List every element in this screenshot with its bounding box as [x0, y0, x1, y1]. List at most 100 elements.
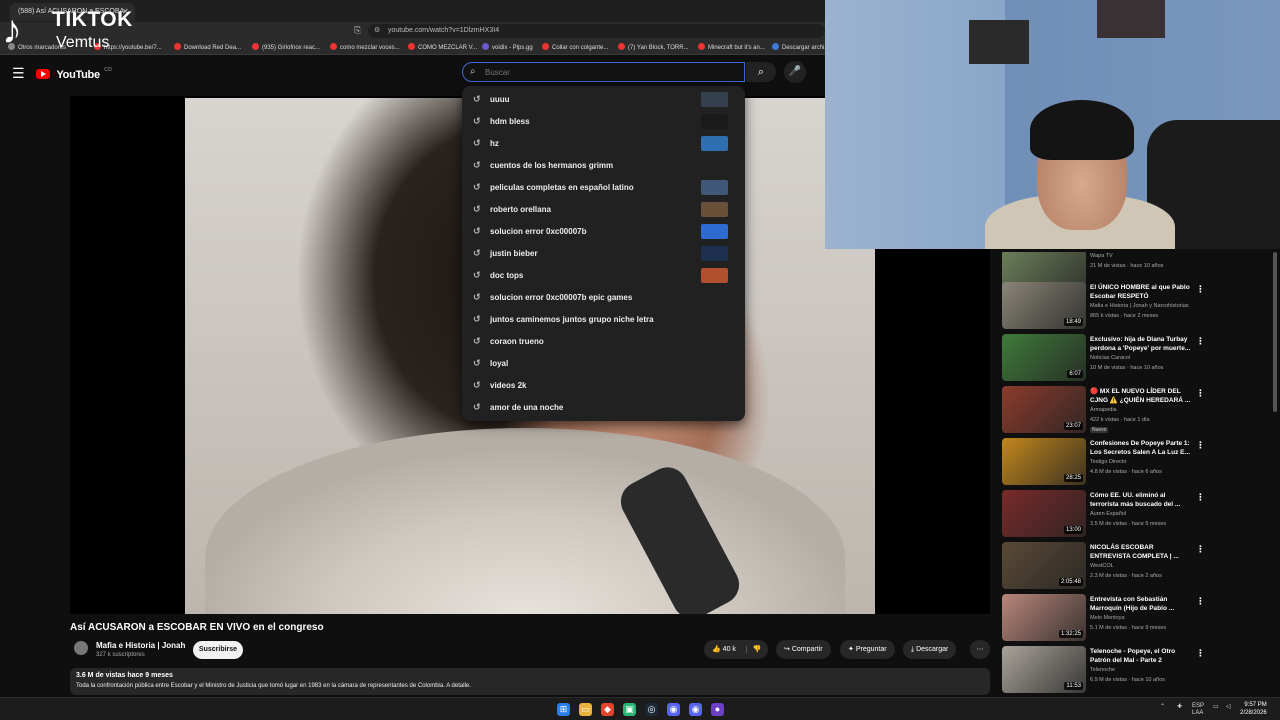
share-button[interactable]: ↪ Compartir	[776, 640, 831, 659]
video-thumbnail[interactable]: 13:00	[1002, 490, 1086, 537]
suggestion-item[interactable]: ↺ doc tops	[462, 264, 745, 286]
file-explorer-icon[interactable]: ▭	[579, 703, 592, 716]
suggestion-item[interactable]: ↺ coraon trueno	[462, 330, 745, 352]
windows-start-icon[interactable]: ⊞	[557, 703, 570, 716]
channel-name[interactable]: Auren Español	[1090, 511, 1126, 517]
bookmark-item[interactable]: como mezclar voces...	[330, 43, 400, 51]
channel-avatar[interactable]	[74, 641, 88, 655]
suggestion-item[interactable]: ↺ roberto orellana	[462, 198, 745, 220]
bookmark-item[interactable]: (935) Girlofnox reac...	[252, 43, 320, 51]
description-box[interactable]: 3.6 M de vistas hace 9 meses Toda la con…	[70, 668, 990, 695]
video-title[interactable]: Telenoche - Popeye, el Otro Patrón del M…	[1090, 647, 1194, 665]
obs-icon[interactable]: ●	[711, 703, 724, 716]
channel-name[interactable]: Telenoche	[1090, 667, 1115, 673]
bookmark-item[interactable]: Collar con colgante...	[542, 43, 608, 51]
bookmark-item[interactable]: (7) Yan Block, TORR...	[618, 43, 689, 51]
video-title[interactable]: Cómo EE. UU. eliminó al terrorista más b…	[1090, 491, 1194, 509]
bookmark-icon[interactable]: ⎘	[354, 25, 361, 36]
recommendation-item[interactable]: 18:49 El ÚNICO HOMBRE al que Pablo Escoba…	[1002, 282, 1272, 332]
more-vert-icon[interactable]: ⋮	[1196, 284, 1205, 295]
search-button[interactable]: ⌕	[746, 62, 776, 82]
suggestion-item[interactable]: ↺ solucion error 0xc00007b epic games	[462, 286, 745, 308]
bookmark-item[interactable]: voidix - Plps.gg	[482, 43, 533, 51]
channel-name[interactable]: Armapedia	[1090, 407, 1117, 413]
channel-name[interactable]: WestCOL	[1090, 563, 1114, 569]
recommendation-item[interactable]: 13:00 Cómo EE. UU. eliminó al terrorista …	[1002, 490, 1272, 540]
recommendation-item[interactable]: 11:53 Telenoche - Popeye, el Otro Patrón …	[1002, 646, 1272, 696]
bookmark-item[interactable]: COMO MEZCLAR V...	[408, 43, 477, 51]
suggestion-item[interactable]: ↺ loyal	[462, 352, 745, 374]
suggestion-item[interactable]: ↺ cuentos de los hermanos grimm	[462, 154, 745, 176]
more-vert-icon[interactable]: ⋮	[1196, 544, 1205, 555]
video-thumbnail[interactable]: 2:05:48	[1002, 542, 1086, 589]
app-icon[interactable]: ▣	[623, 703, 636, 716]
video-title[interactable]: El ÚNICO HOMBRE al que Pablo Escobar RES…	[1090, 283, 1194, 301]
webcam-overlay	[825, 0, 1280, 249]
channel-name[interactable]: Wapa TV	[1090, 253, 1113, 259]
recommendation-item[interactable]: 28:25 Confesiones De Popeye Parte 1: Los …	[1002, 438, 1272, 488]
recommendation-item[interactable]: 1:32:25 Entrevista con Sebastián Marroquí…	[1002, 594, 1272, 644]
language-indicator[interactable]: ESP LAA	[1192, 703, 1204, 717]
network-icon[interactable]: ✚	[1177, 703, 1182, 710]
site-info-icon[interactable]: ⚙	[374, 26, 380, 34]
search-box[interactable]: ⌕	[462, 62, 745, 82]
more-vert-icon[interactable]: ⋮	[1196, 492, 1205, 503]
suggestion-item[interactable]: ↺ solucion error 0xc00007b	[462, 220, 745, 242]
channel-name[interactable]: Noticias Caracol	[1090, 355, 1130, 361]
monitor-icon[interactable]: ▭	[1213, 703, 1219, 710]
channel-name[interactable]: Melo Montoya	[1090, 615, 1125, 621]
channel-name[interactable]: Testigo Directo	[1090, 459, 1126, 465]
address-bar[interactable]: ⚙ youtube.com/watch?v=1DlzmHX3I4	[368, 24, 825, 38]
discord-icon[interactable]: ◉	[667, 703, 680, 716]
channel-name[interactable]: Mafia e Historia | Jonah y Narcohistoria…	[1090, 303, 1189, 309]
scrollbar[interactable]	[1273, 252, 1277, 412]
volume-icon[interactable]: ◁	[1226, 703, 1231, 710]
suggestion-item[interactable]: ↺ peliculas completas en español latino	[462, 176, 745, 198]
like-button[interactable]: 👍 40 k 👎	[704, 640, 768, 659]
video-thumbnail[interactable]: 1:32:25	[1002, 594, 1086, 641]
suggestion-item[interactable]: ↺ justin bieber	[462, 242, 745, 264]
suggestion-item[interactable]: ↺ hz	[462, 132, 745, 154]
video-thumbnail[interactable]: 28:25	[1002, 438, 1086, 485]
video-title[interactable]: Entrevista con Sebastián Marroquín (Hijo…	[1090, 595, 1194, 613]
download-button[interactable]: ⤓ Descargar	[903, 640, 957, 659]
video-thumbnail[interactable]: 11:53	[1002, 646, 1086, 693]
subscribe-button[interactable]: Suscribirse	[193, 641, 243, 659]
video-title[interactable]: NICOLÁS ESCOBAR ENTREVISTA COMPLETA | ..…	[1090, 543, 1194, 561]
video-title[interactable]: Confesiones De Popeye Parte 1: Los Secre…	[1090, 439, 1194, 457]
recommendation-item[interactable]: 2:05:48 NICOLÁS ESCOBAR ENTREVISTA COMPLE…	[1002, 542, 1272, 592]
recommendation-item[interactable]: 6:07 Exclusivo: hija de Diana Turbay perd…	[1002, 334, 1272, 384]
brave-browser-icon[interactable]: ◆	[601, 703, 614, 716]
recommendation-item[interactable]: 23:07 🔴 MX EL NUEVO LÍDER DEL CJNG ⚠️ ¿QU…	[1002, 386, 1272, 436]
voice-search-button[interactable]: 🎤	[784, 61, 806, 83]
clock[interactable]: 9:57 PM 2/28/2026	[1240, 701, 1267, 717]
channel-name[interactable]: Mafia e Historia | Jonah	[96, 641, 185, 650]
youtube-logo[interactable]: YouTube CO	[36, 65, 112, 83]
more-vert-icon[interactable]: ⋮	[1196, 440, 1205, 451]
suggestion-item[interactable]: ↺ amor de una noche	[462, 396, 745, 418]
chevron-up-icon[interactable]: ⌃	[1160, 703, 1165, 710]
suggestion-item[interactable]: ↺ videos 2k	[462, 374, 745, 396]
more-actions-button[interactable]: ⋯	[970, 640, 990, 659]
steam-icon[interactable]: ◎	[645, 703, 658, 716]
search-input[interactable]	[485, 65, 735, 79]
bookmark-item[interactable]: Descargar archi...	[772, 43, 829, 51]
video-title[interactable]: 🔴 MX EL NUEVO LÍDER DEL CJNG ⚠️ ¿QUIÉN H…	[1090, 387, 1194, 405]
discord-icon[interactable]: ◉	[689, 703, 702, 716]
video-thumbnail[interactable]: 23:07	[1002, 386, 1086, 433]
thumbs-down-icon[interactable]: 👎	[745, 646, 762, 653]
hamburger-icon[interactable]: ☰	[12, 65, 25, 82]
video-thumbnail[interactable]: 6:07	[1002, 334, 1086, 381]
suggestion-item[interactable]: ↺ hdm bless	[462, 110, 745, 132]
ask-button[interactable]: ✦ Preguntar	[840, 640, 895, 659]
bookmark-item[interactable]: Minecraft but it's an...	[698, 43, 765, 51]
video-title[interactable]: Exclusivo: hija de Diana Turbay perdona …	[1090, 335, 1194, 353]
bookmark-item[interactable]: Download Red Dea...	[174, 43, 241, 51]
more-vert-icon[interactable]: ⋮	[1196, 596, 1205, 607]
more-vert-icon[interactable]: ⋮	[1196, 648, 1205, 659]
more-vert-icon[interactable]: ⋮	[1196, 336, 1205, 347]
suggestion-item[interactable]: ↺ uuuu	[462, 88, 745, 110]
more-vert-icon[interactable]: ⋮	[1196, 388, 1205, 399]
suggestion-item[interactable]: ↺ juntos caminemos juntos grupo niche let…	[462, 308, 745, 330]
video-thumbnail[interactable]: 18:49	[1002, 282, 1086, 329]
